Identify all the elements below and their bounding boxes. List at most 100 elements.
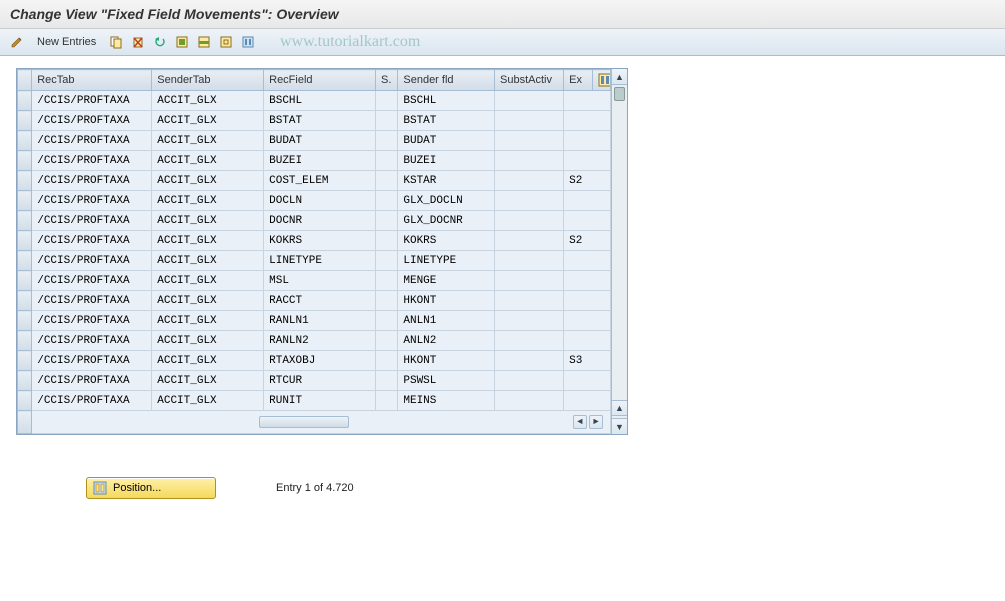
cell-sendertab[interactable]: ACCIT_GLX — [152, 251, 264, 271]
row-marker[interactable] — [18, 111, 32, 131]
cell-subst[interactable] — [495, 311, 564, 331]
cell-senderfld[interactable]: KSTAR — [398, 171, 495, 191]
cell-rectab[interactable]: /CCIS/PROFTAXA — [32, 151, 152, 171]
row-marker[interactable] — [18, 291, 32, 311]
cell-recfield[interactable]: RANLN1 — [264, 311, 376, 331]
cell-rectab[interactable]: /CCIS/PROFTAXA — [32, 91, 152, 111]
cell-ex[interactable] — [564, 91, 611, 111]
row-marker[interactable] — [18, 211, 32, 231]
cell-s[interactable] — [376, 391, 398, 411]
cell-senderfld[interactable]: MEINS — [398, 391, 495, 411]
cell-subst[interactable] — [495, 91, 564, 111]
cell-recfield[interactable]: DOCLN — [264, 191, 376, 211]
horizontal-scrollbar[interactable]: ◄ ► — [18, 411, 611, 434]
cell-ex[interactable] — [564, 331, 611, 351]
row-marker[interactable] — [18, 171, 32, 191]
cell-sendertab[interactable]: ACCIT_GLX — [152, 271, 264, 291]
col-header-substactiv[interactable]: SubstActiv — [495, 70, 564, 91]
cell-rectab[interactable]: /CCIS/PROFTAXA — [32, 351, 152, 371]
cell-sendertab[interactable]: ACCIT_GLX — [152, 131, 264, 151]
new-entries-button[interactable]: New Entries — [30, 33, 103, 51]
row-marker[interactable] — [18, 191, 32, 211]
table-row[interactable]: /CCIS/PROFTAXAACCIT_GLXKOKRSKOKRSS2 — [18, 231, 611, 251]
vscroll-page-up-icon[interactable]: ▲ — [612, 400, 627, 416]
cell-sendertab[interactable]: ACCIT_GLX — [152, 351, 264, 371]
table-row[interactable]: /CCIS/PROFTAXAACCIT_GLXRANLN2ANLN2 — [18, 331, 611, 351]
row-marker[interactable] — [18, 331, 32, 351]
cell-subst[interactable] — [495, 131, 564, 151]
vertical-scrollbar[interactable]: ▲ ▼ ▲ — [611, 69, 627, 434]
cell-ex[interactable] — [564, 271, 611, 291]
cell-recfield[interactable]: RTAXOBJ — [264, 351, 376, 371]
cell-s[interactable] — [376, 111, 398, 131]
cell-s[interactable] — [376, 231, 398, 251]
row-marker[interactable] — [18, 151, 32, 171]
cell-ex[interactable]: S2 — [564, 231, 611, 251]
cell-s[interactable] — [376, 311, 398, 331]
row-marker[interactable] — [18, 271, 32, 291]
cell-senderfld[interactable]: BUZEI — [398, 151, 495, 171]
cell-s[interactable] — [376, 191, 398, 211]
row-marker-header[interactable] — [18, 70, 32, 91]
delete-icon[interactable] — [129, 33, 147, 51]
cell-senderfld[interactable]: MENGE — [398, 271, 495, 291]
cell-sendertab[interactable]: ACCIT_GLX — [152, 111, 264, 131]
cell-rectab[interactable]: /CCIS/PROFTAXA — [32, 291, 152, 311]
cell-ex[interactable] — [564, 111, 611, 131]
cell-recfield[interactable]: RUNIT — [264, 391, 376, 411]
cell-senderfld[interactable]: ANLN1 — [398, 311, 495, 331]
cell-ex[interactable] — [564, 131, 611, 151]
cell-sendertab[interactable]: ACCIT_GLX — [152, 211, 264, 231]
cell-rectab[interactable]: /CCIS/PROFTAXA — [32, 211, 152, 231]
table-row[interactable]: /CCIS/PROFTAXAACCIT_GLXCOST_ELEMKSTARS2 — [18, 171, 611, 191]
cell-rectab[interactable]: /CCIS/PROFTAXA — [32, 391, 152, 411]
table-config-button[interactable] — [592, 70, 610, 91]
cell-recfield[interactable]: RTCUR — [264, 371, 376, 391]
cell-sendertab[interactable]: ACCIT_GLX — [152, 371, 264, 391]
table-row[interactable]: /CCIS/PROFTAXAACCIT_GLXMSLMENGE — [18, 271, 611, 291]
table-row[interactable]: /CCIS/PROFTAXAACCIT_GLXBUZEIBUZEI — [18, 151, 611, 171]
cell-senderfld[interactable]: GLX_DOCLN — [398, 191, 495, 211]
deselect-all-icon[interactable] — [217, 33, 235, 51]
cell-senderfld[interactable]: BUDAT — [398, 131, 495, 151]
col-header-ex[interactable]: Ex — [564, 70, 592, 91]
cell-sendertab[interactable]: ACCIT_GLX — [152, 91, 264, 111]
cell-ex[interactable] — [564, 311, 611, 331]
cell-subst[interactable] — [495, 231, 564, 251]
table-row[interactable]: /CCIS/PROFTAXAACCIT_GLXRUNIT MEINS — [18, 391, 611, 411]
cell-sendertab[interactable]: ACCIT_GLX — [152, 391, 264, 411]
cell-rectab[interactable]: /CCIS/PROFTAXA — [32, 131, 152, 151]
cell-s[interactable] — [376, 351, 398, 371]
toggle-display-change-icon[interactable] — [8, 33, 26, 51]
hscroll-left-icon[interactable]: ◄ — [573, 415, 587, 429]
table-row[interactable]: /CCIS/PROFTAXAACCIT_GLXRANLN1ANLN1 — [18, 311, 611, 331]
table-row[interactable]: /CCIS/PROFTAXAACCIT_GLXRTCURPSWSL — [18, 371, 611, 391]
cell-recfield[interactable]: BUDAT — [264, 131, 376, 151]
cell-rectab[interactable]: /CCIS/PROFTAXA — [32, 171, 152, 191]
col-header-recfield[interactable]: RecField — [264, 70, 376, 91]
cell-ex[interactable] — [564, 251, 611, 271]
cell-sendertab[interactable]: ACCIT_GLX — [152, 231, 264, 251]
row-marker[interactable] — [18, 231, 32, 251]
cell-rectab[interactable]: /CCIS/PROFTAXA — [32, 251, 152, 271]
cell-subst[interactable] — [495, 371, 564, 391]
col-header-senderfld[interactable]: Sender fld — [398, 70, 495, 91]
cell-ex[interactable] — [564, 371, 611, 391]
cell-ex[interactable] — [564, 291, 611, 311]
hscroll-thumb[interactable] — [259, 416, 349, 428]
cell-senderfld[interactable]: ANLN2 — [398, 331, 495, 351]
cell-ex[interactable] — [564, 391, 611, 411]
cell-sendertab[interactable]: ACCIT_GLX — [152, 331, 264, 351]
cell-ex[interactable]: S2 — [564, 171, 611, 191]
cell-rectab[interactable]: /CCIS/PROFTAXA — [32, 231, 152, 251]
row-marker[interactable] — [18, 371, 32, 391]
cell-s[interactable] — [376, 291, 398, 311]
cell-s[interactable] — [376, 251, 398, 271]
cell-subst[interactable] — [495, 211, 564, 231]
cell-senderfld[interactable]: LINETYPE — [398, 251, 495, 271]
table-row[interactable]: /CCIS/PROFTAXAACCIT_GLXBUDATBUDAT — [18, 131, 611, 151]
table-row[interactable]: /CCIS/PROFTAXAACCIT_GLXDOCNRGLX_DOCNR — [18, 211, 611, 231]
cell-subst[interactable] — [495, 191, 564, 211]
cell-recfield[interactable]: COST_ELEM — [264, 171, 376, 191]
cell-s[interactable] — [376, 371, 398, 391]
